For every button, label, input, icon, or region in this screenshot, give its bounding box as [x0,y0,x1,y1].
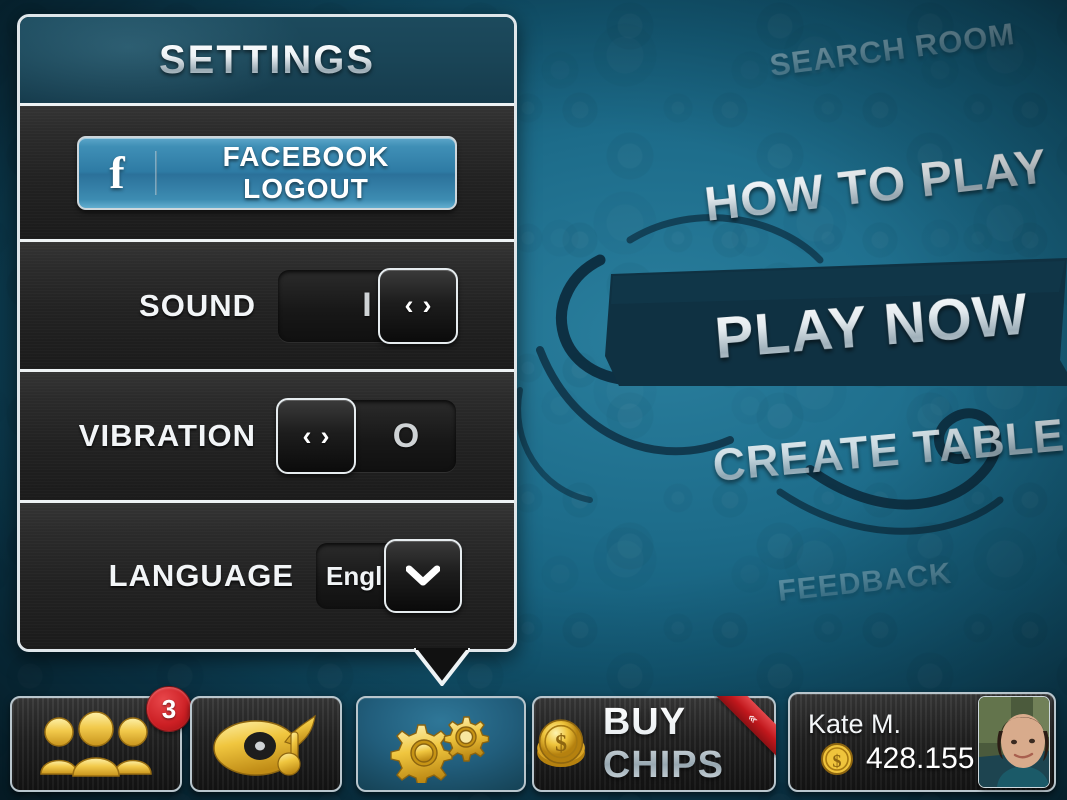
vibration-toggle-knob[interactable]: ‹ › [276,398,356,474]
facebook-logout-button[interactable]: f FACEBOOK LOGOUT [77,135,457,210]
sound-toggle-knob[interactable]: ‹ › [378,267,458,344]
coin-icon: $ [821,742,853,775]
avatar[interactable] [978,696,1050,788]
chevron-left-icon: ‹ [404,290,414,320]
svg-text:$: $ [833,751,842,771]
toolbar-music-button[interactable] [190,696,342,792]
toolbar-settings-button[interactable] [356,696,526,792]
language-label: LANGUAGE [108,558,294,593]
language-select[interactable]: English [316,539,462,613]
settings-row-sound: SOUND I ‹ › [20,242,514,372]
music-disc-icon [213,714,316,776]
gears-icon [390,716,490,783]
user-balance-value: 428.155 [866,741,975,775]
coin-icon: $ [537,719,585,768]
user-profile-button[interactable]: Kate M. $ 428.155 [788,692,1056,792]
settings-row-vibration: VIBRATION O ‹ › [20,372,514,503]
vibration-toggle[interactable]: O ‹ › [276,398,456,474]
chevron-down-icon [406,565,440,586]
chevron-right-icon: › [422,290,432,320]
buy-chips-button[interactable]: $ BUY CHIPS ‹‹‹ [532,696,776,792]
settings-panel-header: SETTINGS [20,17,514,106]
vibration-label: VIBRATION [78,418,256,453]
friends-count-badge: 3 [146,686,192,732]
svg-text:$: $ [555,731,567,757]
settings-row-language: LANGUAGE English [20,503,514,649]
user-photo [979,697,1050,787]
user-name: Kate M. [808,708,902,739]
vibration-toggle-state: O [392,416,420,455]
user-info: Kate M. $ 428.155 [790,709,974,776]
toolbar-friends-button[interactable]: 3 [10,686,192,792]
facebook-logout-label: FACEBOOK LOGOUT [222,140,390,204]
buy-chips-ribbon-arrows: ‹‹‹ [714,696,776,757]
page-title: SETTINGS [158,37,376,82]
settings-panel-pointer [414,648,470,686]
sound-label: SOUND [139,287,256,323]
settings-row-facebook: f FACEBOOK LOGOUT [20,106,514,242]
chevron-left-icon: ‹ [302,420,312,451]
app-screen: SEARCH ROOM HOW TO PLAY PLAY NOW CREATE … [0,0,1067,800]
language-dropdown-button[interactable] [384,539,462,613]
people-icon [40,711,152,777]
buy-chips-ribbon: ‹‹‹ [714,696,776,758]
settings-panel: SETTINGS f FACEBOOK LOGOUT SOUND I ‹ › V… [17,14,517,652]
chevron-right-icon: › [320,420,330,451]
sound-toggle[interactable]: I ‹ › [278,267,458,344]
user-balance: $ 428.155 [808,742,974,776]
facebook-icon: f [109,146,125,198]
bottom-toolbar: 3 $ BUY CHIPS ‹‹‹ Kate M. $ 428.155 [0,682,1067,800]
